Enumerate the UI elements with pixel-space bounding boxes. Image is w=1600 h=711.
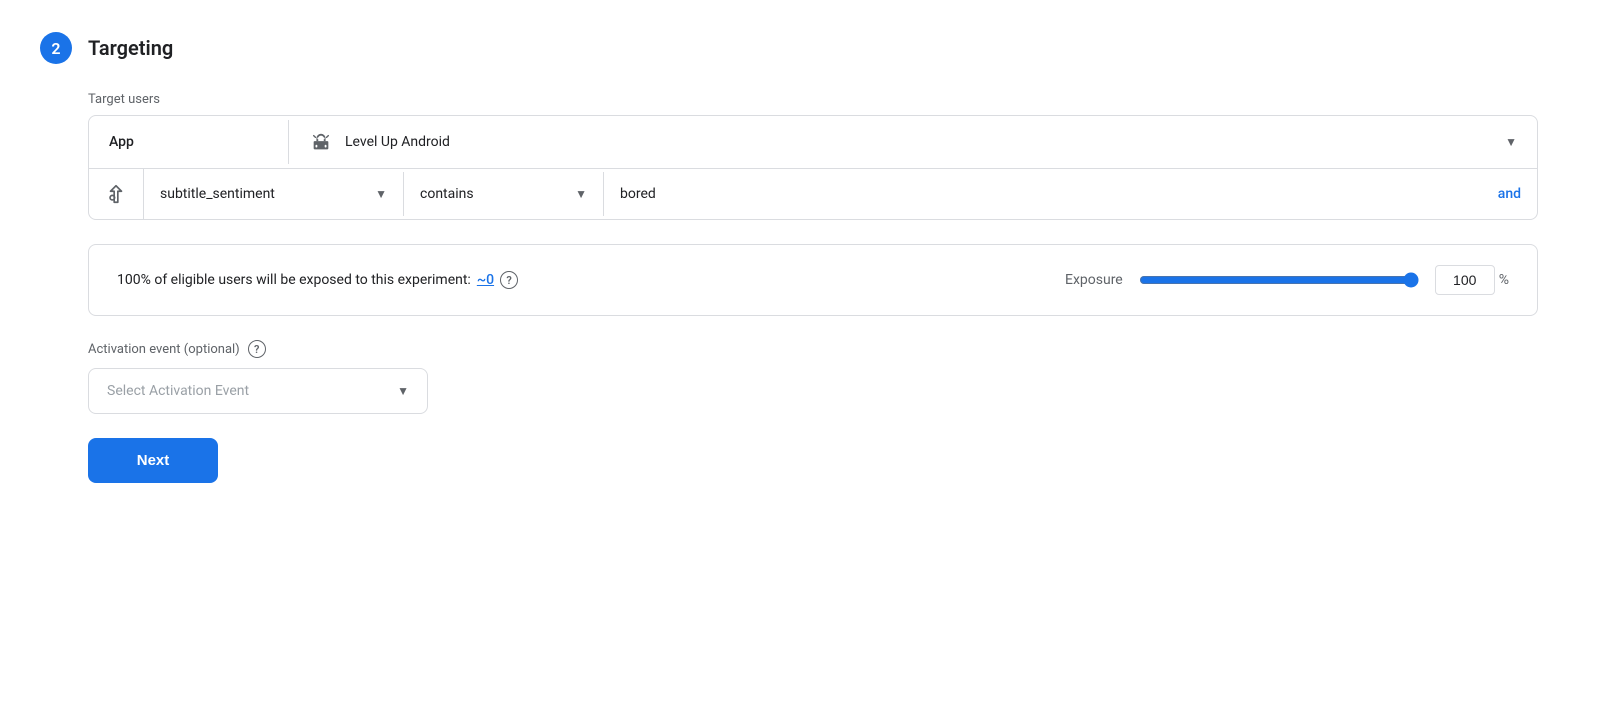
filter-icon-cell — [89, 169, 144, 219]
exposure-input-box: % — [1435, 265, 1509, 295]
percent-label: % — [1499, 272, 1509, 288]
filter-value-text: bored — [620, 186, 656, 202]
filter-operator-select[interactable]: contains ▼ — [404, 172, 604, 216]
exposure-card: 100% of eligible users will be exposed t… — [88, 244, 1538, 316]
exposure-count-link[interactable]: ~0 — [477, 272, 494, 288]
app-column-label: App — [89, 120, 289, 164]
and-link[interactable]: and — [1498, 186, 1521, 202]
activation-label: Activation event (optional) — [88, 342, 240, 357]
exposure-slider[interactable] — [1139, 272, 1419, 288]
filter-property-value: subtitle_sentiment — [160, 186, 275, 202]
activation-section: Activation event (optional) ? Select Act… — [88, 340, 1560, 414]
filter-value-cell: bored and — [604, 172, 1537, 216]
app-dropdown-arrow: ▼ — [1505, 135, 1517, 149]
filter-property-arrow: ▼ — [375, 187, 387, 201]
activation-dropdown[interactable]: Select Activation Event ▼ — [88, 368, 428, 414]
button-row: Next — [88, 438, 1560, 483]
activation-label-row: Activation event (optional) ? — [88, 340, 1560, 358]
target-users-table: App — [88, 115, 1538, 220]
app-row: App — [89, 116, 1537, 169]
app-value-cell[interactable]: Level Up Android ▼ — [289, 116, 1537, 168]
exposure-text: 100% of eligible users will be exposed t… — [117, 271, 518, 289]
filter-operator-arrow: ▼ — [575, 187, 587, 201]
exposure-controls: Exposure % — [1065, 265, 1509, 295]
filter-row: subtitle_sentiment ▼ contains ▼ bored an… — [89, 169, 1537, 219]
android-icon — [309, 130, 333, 154]
filter-property-select[interactable]: subtitle_sentiment ▼ — [144, 172, 404, 216]
exposure-label: Exposure — [1065, 272, 1123, 288]
target-users-section: Target users App — [88, 92, 1560, 220]
exposure-description: 100% of eligible users will be exposed t… — [117, 272, 471, 288]
exposure-number-input[interactable] — [1435, 265, 1495, 295]
next-button[interactable]: Next — [88, 438, 218, 483]
app-name: Level Up Android — [345, 134, 450, 150]
activation-help-icon[interactable]: ? — [248, 340, 266, 358]
step-badge: 2 — [40, 32, 72, 64]
activation-placeholder: Select Activation Event — [107, 383, 249, 399]
section-title: Targeting — [88, 36, 173, 60]
filter-operator-value: contains — [420, 186, 474, 202]
activation-dropdown-arrow: ▼ — [397, 384, 409, 398]
exposure-help-icon[interactable]: ? — [500, 271, 518, 289]
target-users-label: Target users — [88, 92, 1560, 107]
